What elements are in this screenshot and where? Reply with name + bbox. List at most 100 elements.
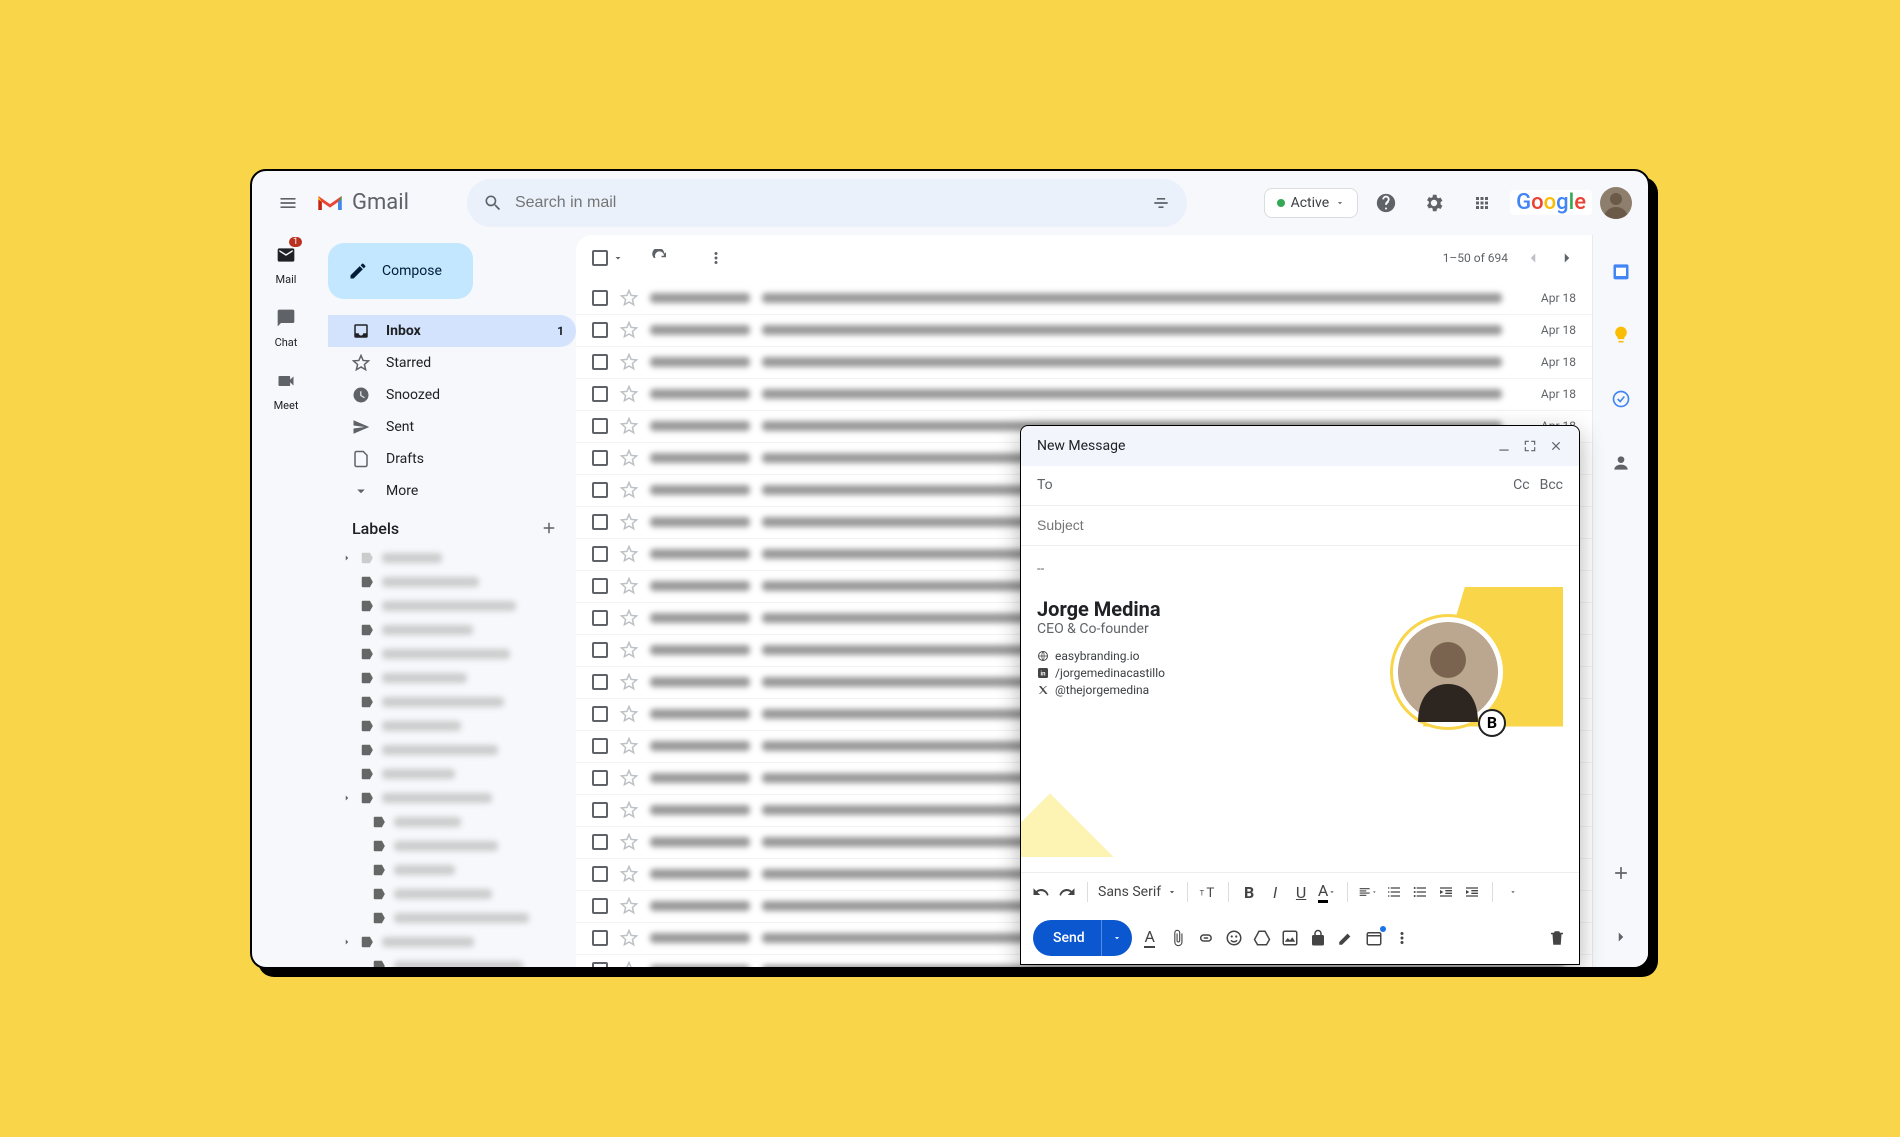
- send-options-icon[interactable]: [1101, 920, 1132, 956]
- font-selector[interactable]: Sans Serif: [1098, 884, 1177, 900]
- label-item[interactable]: [328, 834, 576, 858]
- star-icon[interactable]: [620, 481, 638, 499]
- star-icon[interactable]: [620, 353, 638, 371]
- label-item[interactable]: [328, 954, 576, 967]
- label-item[interactable]: [328, 930, 576, 954]
- emoji-icon[interactable]: [1224, 928, 1244, 948]
- select-dropdown-icon[interactable]: [612, 252, 624, 264]
- row-checkbox[interactable]: [592, 418, 608, 434]
- search-bar[interactable]: [467, 179, 1187, 227]
- star-icon[interactable]: [620, 801, 638, 819]
- close-icon[interactable]: [1549, 439, 1563, 453]
- nav-drafts[interactable]: Drafts: [328, 443, 576, 475]
- row-checkbox[interactable]: [592, 770, 608, 786]
- mail-row[interactable]: Apr 18: [576, 379, 1592, 411]
- send-button[interactable]: Send: [1033, 920, 1132, 956]
- star-icon[interactable]: [620, 641, 638, 659]
- row-checkbox[interactable]: [592, 450, 608, 466]
- star-icon[interactable]: [620, 705, 638, 723]
- row-checkbox[interactable]: [592, 290, 608, 306]
- star-icon[interactable]: [620, 321, 638, 339]
- star-icon[interactable]: [620, 385, 638, 403]
- nav-snoozed[interactable]: Snoozed: [328, 379, 576, 411]
- row-checkbox[interactable]: [592, 706, 608, 722]
- star-icon[interactable]: [620, 961, 638, 967]
- subject-field[interactable]: [1021, 506, 1579, 546]
- prev-page-icon[interactable]: [1524, 249, 1542, 267]
- label-item[interactable]: [328, 570, 576, 594]
- nav-more[interactable]: More: [328, 475, 576, 507]
- star-icon[interactable]: [620, 737, 638, 755]
- row-checkbox[interactable]: [592, 962, 608, 967]
- row-checkbox[interactable]: [592, 834, 608, 850]
- row-checkbox[interactable]: [592, 674, 608, 690]
- star-icon[interactable]: [620, 577, 638, 595]
- row-checkbox[interactable]: [592, 546, 608, 562]
- align-icon[interactable]: [1358, 882, 1378, 902]
- star-icon[interactable]: [620, 833, 638, 851]
- label-item[interactable]: [328, 546, 576, 570]
- help-button[interactable]: [1366, 183, 1406, 223]
- star-icon[interactable]: [620, 609, 638, 627]
- mail-row[interactable]: Apr 18: [576, 347, 1592, 379]
- row-checkbox[interactable]: [592, 322, 608, 338]
- compose-body[interactable]: -- Jorge Medina CEO & Co-founder easybra…: [1021, 546, 1579, 872]
- expand-icon[interactable]: [342, 793, 352, 803]
- rail-mail[interactable]: 1 Mail: [270, 239, 302, 286]
- star-icon[interactable]: [620, 897, 638, 915]
- format-more-icon[interactable]: [1503, 882, 1523, 902]
- account-avatar[interactable]: [1600, 187, 1632, 219]
- expand-icon[interactable]: [342, 553, 352, 563]
- bold-icon[interactable]: B: [1239, 882, 1259, 902]
- google-brand[interactable]: Google: [1510, 190, 1592, 215]
- compose-header[interactable]: New Message: [1021, 426, 1579, 466]
- mail-row[interactable]: Apr 18: [576, 315, 1592, 347]
- star-icon[interactable]: [620, 513, 638, 531]
- contacts-icon[interactable]: [1601, 443, 1641, 483]
- underline-icon[interactable]: U: [1291, 882, 1311, 902]
- mail-row[interactable]: Apr 18: [576, 283, 1592, 315]
- more-options-icon[interactable]: [1392, 928, 1412, 948]
- row-checkbox[interactable]: [592, 610, 608, 626]
- search-input[interactable]: [515, 194, 1139, 212]
- drive-icon[interactable]: [1252, 928, 1272, 948]
- redo-icon[interactable]: [1057, 882, 1077, 902]
- link-icon[interactable]: [1196, 928, 1216, 948]
- apps-button[interactable]: [1462, 183, 1502, 223]
- row-checkbox[interactable]: [592, 866, 608, 882]
- signature-toggle-icon[interactable]: [1336, 928, 1356, 948]
- label-item[interactable]: [328, 858, 576, 882]
- minimize-icon[interactable]: [1497, 439, 1511, 453]
- nav-inbox[interactable]: Inbox 1: [328, 315, 576, 347]
- indent-less-icon[interactable]: [1436, 882, 1456, 902]
- add-addon-icon[interactable]: [1601, 853, 1641, 893]
- subject-input[interactable]: [1037, 517, 1563, 533]
- settings-button[interactable]: [1414, 183, 1454, 223]
- nav-sent[interactable]: Sent: [328, 411, 576, 443]
- star-icon[interactable]: [620, 449, 638, 467]
- add-label-icon[interactable]: [540, 519, 558, 537]
- bcc-button[interactable]: Bcc: [1540, 477, 1563, 493]
- attach-icon[interactable]: [1168, 928, 1188, 948]
- compose-button[interactable]: Compose: [328, 243, 473, 299]
- discard-icon[interactable]: [1547, 928, 1567, 948]
- image-icon[interactable]: [1280, 928, 1300, 948]
- main-menu-button[interactable]: [268, 183, 308, 223]
- keep-icon[interactable]: [1601, 315, 1641, 355]
- label-item[interactable]: [328, 642, 576, 666]
- label-item[interactable]: [328, 594, 576, 618]
- star-icon[interactable]: [620, 929, 638, 947]
- row-checkbox[interactable]: [592, 930, 608, 946]
- label-item[interactable]: [328, 882, 576, 906]
- to-input[interactable]: [1065, 477, 1501, 493]
- to-field[interactable]: To Cc Bcc: [1021, 466, 1579, 506]
- row-checkbox[interactable]: [592, 514, 608, 530]
- cc-button[interactable]: Cc: [1513, 477, 1529, 493]
- star-icon[interactable]: [620, 289, 638, 307]
- fullscreen-icon[interactable]: [1523, 439, 1537, 453]
- label-item[interactable]: [328, 690, 576, 714]
- label-item[interactable]: [328, 738, 576, 762]
- label-item[interactable]: [328, 714, 576, 738]
- row-checkbox[interactable]: [592, 386, 608, 402]
- label-item[interactable]: [328, 810, 576, 834]
